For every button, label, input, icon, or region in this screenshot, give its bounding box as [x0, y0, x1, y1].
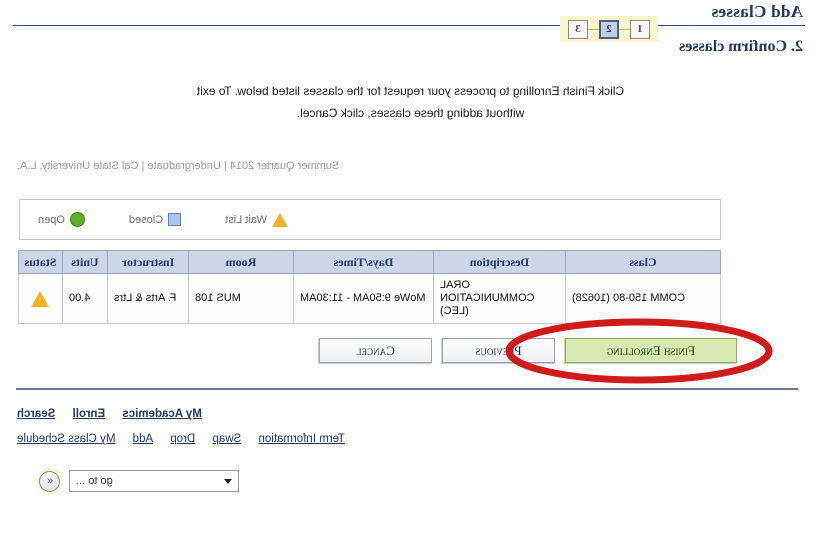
cell-class: COMM 150-80 (10628) — [565, 273, 721, 324]
cell-days-times: MoWe 9:50AM - 11:30AM — [293, 273, 434, 324]
header-room: Room — [188, 250, 294, 274]
header-description: Description — [433, 250, 566, 274]
closed-square-icon — [168, 213, 182, 226]
link-my-academics[interactable]: My Academics — [122, 408, 201, 420]
goto-dropdown[interactable]: go to ... — [69, 470, 239, 492]
legend-closed-label: Closed — [128, 213, 164, 226]
status-legend: Open Closed Wait List — [19, 199, 721, 240]
header-instructor: Instructor — [107, 250, 189, 274]
legend-open-label: Open — [38, 213, 65, 226]
cell-units: 4.00 — [62, 273, 108, 324]
step-3[interactable]: 3 — [568, 19, 588, 39]
step-2-active[interactable]: 2 — [599, 19, 619, 39]
link-add[interactable]: Add — [133, 433, 153, 445]
cell-instructor: F. Arts & Ltrs — [107, 273, 189, 324]
term-context-line: Summer Quarter 2014 | Undergraduate | Ca… — [17, 160, 340, 172]
legend-closed: Closed — [128, 213, 182, 226]
double-chevron-left-icon: « — [39, 470, 61, 492]
header-class: Class — [565, 250, 721, 274]
footer-primary-links: My Academics Enroll Search — [17, 408, 783, 420]
footer-secondary-links: Term Information Swap Drop Add My Class … — [17, 433, 783, 445]
goto-placeholder: go to ... — [76, 475, 113, 487]
header-status: Status — [18, 250, 63, 274]
step-1[interactable]: 1 — [630, 19, 650, 39]
step-connector-2 — [588, 28, 599, 30]
link-drop[interactable]: Drop — [170, 433, 195, 445]
wait-list-triangle-icon — [271, 212, 288, 227]
open-circle-icon — [69, 212, 85, 227]
legend-waitlist-label: Wait List — [225, 213, 267, 226]
chevron-down-icon — [224, 478, 232, 484]
cell-room: MUS 108 — [188, 273, 294, 324]
goto-submit-button[interactable]: « — [37, 468, 63, 494]
title-divider — [13, 25, 805, 26]
instruction-text: Click Finish Enrolling to process your r… — [196, 84, 625, 120]
mirrored-page-stage: Add Classes 1 2 3 2. Confirm classes Cli… — [0, 0, 823, 539]
cell-description: ORAL COMMUNICATION (LEC) — [433, 273, 566, 324]
legend-open: Open — [38, 212, 85, 227]
page-title: Add Classes — [711, 2, 803, 21]
table-row: COMM 150-80 (10628) ORAL COMMUNICATION (… — [18, 273, 721, 324]
confirm-classes-table: Class Description Days/Times Room Instru… — [18, 250, 721, 324]
link-search[interactable]: Search — [17, 408, 55, 420]
table-header-row: Class Description Days/Times Room Instru… — [18, 250, 721, 274]
footer-divider — [16, 388, 798, 390]
cancel-button[interactable]: Cancel — [319, 338, 432, 363]
goto-control: « go to ... — [37, 468, 239, 494]
link-my-class-schedule[interactable]: My Class Schedule — [17, 433, 115, 445]
action-button-row: Cancel Previous Finish Enrolling — [319, 338, 737, 363]
add-classes-page: Add Classes 1 2 3 2. Confirm classes Cli… — [0, 0, 823, 539]
finish-enrolling-button[interactable]: Finish Enrolling — [565, 338, 737, 363]
link-term-information[interactable]: Term Information — [258, 433, 344, 445]
step-connector-1 — [619, 28, 630, 30]
link-enroll[interactable]: Enroll — [73, 408, 106, 420]
link-swap[interactable]: Swap — [212, 433, 241, 445]
legend-waitlist: Wait List — [225, 212, 288, 227]
cell-status — [18, 273, 63, 324]
header-days-times: Days/Times — [293, 250, 434, 274]
header-units: Units — [62, 250, 108, 274]
section-title: 2. Confirm classes — [679, 38, 803, 55]
previous-button[interactable]: Previous — [442, 338, 555, 363]
wait-list-triangle-icon — [31, 290, 50, 307]
